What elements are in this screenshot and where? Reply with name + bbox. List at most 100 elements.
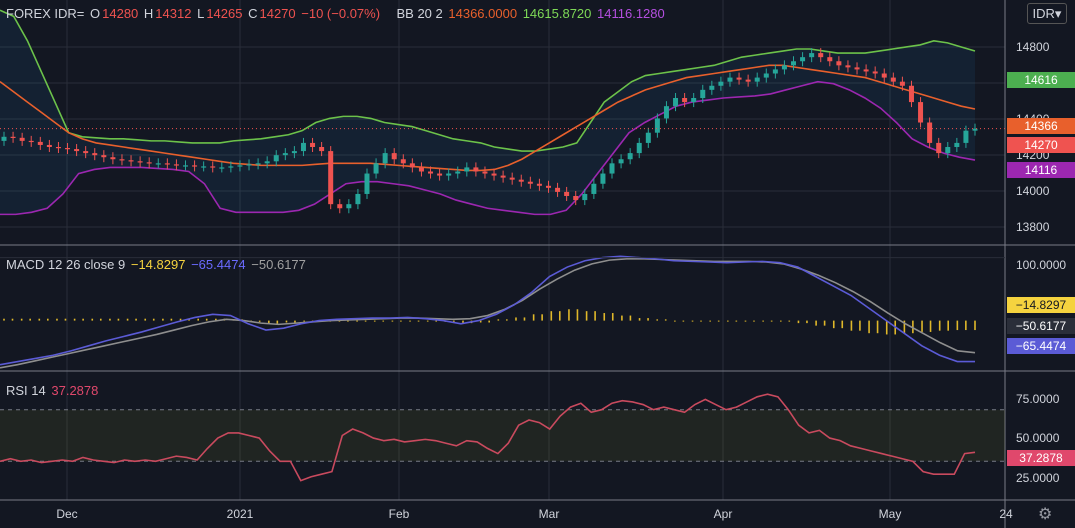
macd-hist-bar: [532, 314, 535, 321]
candle-body: [428, 171, 434, 174]
macd-hist-bar: [3, 318, 5, 321]
macd-hist-bar: [382, 320, 385, 322]
macd-hist-bar: [47, 318, 49, 321]
candle-body: [464, 167, 470, 172]
candle-body: [364, 173, 370, 194]
macd-hist-bar: [638, 318, 641, 321]
macd-hist-bar: [303, 320, 305, 322]
macd-hist-bar: [205, 318, 208, 321]
macd-hist-bar: [426, 320, 429, 322]
candle-body: [19, 137, 25, 141]
macd-hist-bar: [488, 320, 490, 323]
macd-hist-bar: [400, 320, 402, 322]
macd-label: MACD 12 26 close 9: [6, 257, 126, 272]
candle-body: [791, 61, 797, 66]
candle-body: [936, 142, 942, 154]
macd-hist-bar: [603, 313, 606, 321]
macd-hist-bar: [515, 317, 517, 321]
macd-hist-bar: [850, 320, 853, 331]
candle-body: [74, 149, 80, 152]
candle-body: [573, 196, 579, 201]
candle-body: [65, 148, 71, 150]
candle-body: [899, 81, 905, 86]
macd-hist-bar: [965, 320, 967, 331]
bb-lower-value: 14116.1280: [597, 6, 665, 21]
macd-hist-bar: [629, 315, 632, 321]
x-tick: Apr: [713, 507, 733, 521]
macd-hist-bar: [770, 320, 773, 322]
currency-button[interactable]: IDR▾: [1027, 3, 1067, 24]
macd-hist-bar: [664, 319, 667, 321]
macd-hist-bar: [611, 313, 614, 321]
rsi-tick: 50.0000: [1016, 431, 1060, 445]
candle-body: [781, 65, 787, 70]
macd-hist-bar: [82, 318, 84, 321]
macd-hist-bar: [550, 311, 553, 321]
candle-body: [46, 144, 52, 147]
macd-hist-bar: [797, 320, 800, 324]
macd-hist-bar: [727, 320, 729, 322]
price-legend: FOREX IDR= O 14280 H 14312 L 14265 C 14270 −…: [6, 6, 667, 21]
candle-body: [800, 57, 806, 62]
candle-body: [282, 153, 288, 156]
rsi-band: [0, 409, 1005, 462]
candle-body: [155, 163, 161, 165]
macd-hist-bar: [859, 320, 861, 331]
candle-body: [83, 151, 89, 154]
low-label: L: [197, 6, 205, 21]
macd-hist-bar: [170, 318, 173, 321]
macd-hist-bar: [823, 320, 826, 326]
macd-hist-bar: [929, 320, 932, 332]
candle-body: [409, 163, 415, 168]
candle-body: [455, 171, 461, 174]
macd-signal-tag: −50.6177: [1007, 318, 1075, 334]
candle-body: [736, 77, 742, 80]
candle-body: [818, 53, 824, 58]
macd-hist-bar: [73, 318, 76, 321]
candle-body: [55, 147, 61, 149]
candle-body: [836, 61, 842, 66]
candle-body: [192, 165, 198, 167]
x-tick: 24: [999, 507, 1013, 521]
candle-body: [627, 153, 633, 160]
macd-hist-bar: [409, 320, 411, 322]
candle-body: [328, 151, 334, 205]
price-tick: 14000: [1016, 184, 1050, 198]
candle-body: [346, 204, 352, 209]
macd-hist-bar: [356, 320, 358, 322]
macd-hist-bar: [621, 315, 623, 321]
candle-body: [545, 185, 551, 188]
rsi-tag: 37.2878: [1007, 450, 1075, 466]
candle-body: [300, 142, 306, 152]
candle-body: [754, 77, 760, 82]
candle-body: [673, 98, 679, 107]
macd-hist-value: −14.8297: [130, 257, 186, 272]
candle-body: [219, 167, 225, 169]
macd-hist-bar: [762, 320, 764, 322]
high-value: 14312: [155, 6, 192, 21]
macd-hist-bar: [117, 318, 120, 321]
candle-body: [201, 166, 207, 168]
macd-hist-bar: [197, 318, 199, 321]
macd-hist-bar: [691, 320, 694, 322]
candle-body: [264, 161, 270, 164]
candle-body: [709, 85, 715, 90]
candle-body: [954, 142, 960, 147]
candle-body: [763, 73, 769, 78]
candle-body: [273, 155, 279, 162]
candle-body: [927, 122, 933, 143]
macd-hist-bar: [885, 320, 888, 335]
candle-body: [854, 67, 860, 70]
rsi-label: RSI 14: [6, 383, 46, 398]
candle-body: [591, 183, 597, 194]
bb-upper-tag: 14616: [1007, 72, 1075, 88]
macd-hist-bar: [868, 320, 870, 334]
candle-body: [600, 173, 606, 184]
open-label: O: [90, 6, 101, 21]
macd-hist-bar: [162, 318, 164, 321]
close-value: 14270: [259, 6, 296, 21]
macd-hist-bar: [364, 320, 367, 322]
candle-body: [373, 163, 379, 174]
gear-icon[interactable]: ⚙: [1038, 504, 1052, 524]
rsi-value: 37.2878: [51, 383, 99, 398]
